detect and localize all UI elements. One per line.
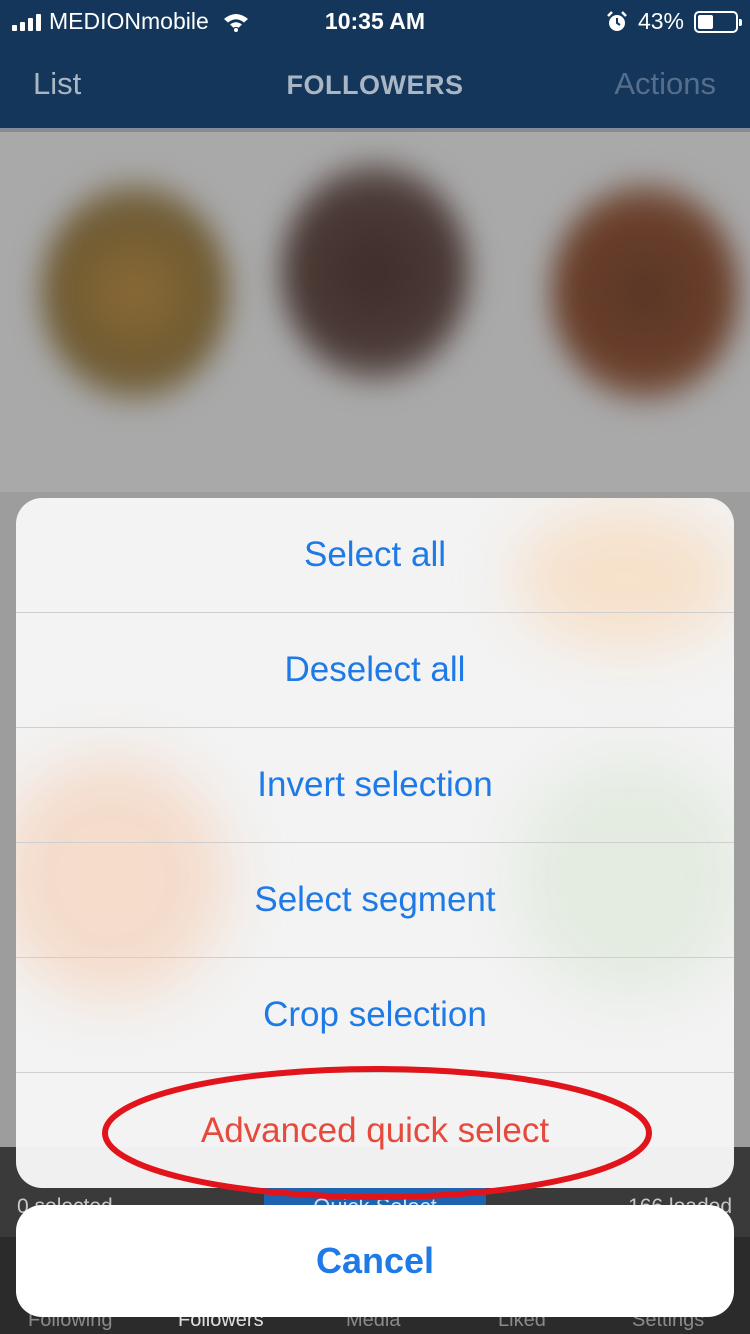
cancel-button[interactable]: Cancel	[16, 1205, 734, 1317]
battery-icon	[694, 10, 742, 33]
avatar	[280, 162, 470, 382]
deselect-all-option[interactable]: Deselect all	[16, 613, 734, 728]
top-bar: MEDIONmobile 10:35 AM 43% List FOLLOWERS…	[0, 0, 750, 130]
alarm-icon	[607, 10, 627, 31]
select-all-option[interactable]: Select all	[16, 498, 734, 613]
avatar	[40, 182, 230, 402]
navigation-bar: List FOLLOWERS Actions	[0, 56, 750, 116]
status-right: 43%	[606, 8, 742, 35]
status-bar: MEDIONmobile 10:35 AM 43%	[0, 0, 750, 40]
avatar-row	[0, 132, 750, 492]
select-segment-option[interactable]: Select segment	[16, 843, 734, 958]
invert-selection-option[interactable]: Invert selection	[16, 728, 734, 843]
battery-percent: 43%	[637, 8, 684, 34]
actions-button[interactable]: Actions	[614, 66, 716, 102]
crop-selection-option[interactable]: Crop selection	[16, 958, 734, 1073]
battery-fill	[698, 14, 713, 29]
avatar	[550, 182, 740, 402]
highlight-ellipse	[102, 1066, 652, 1200]
